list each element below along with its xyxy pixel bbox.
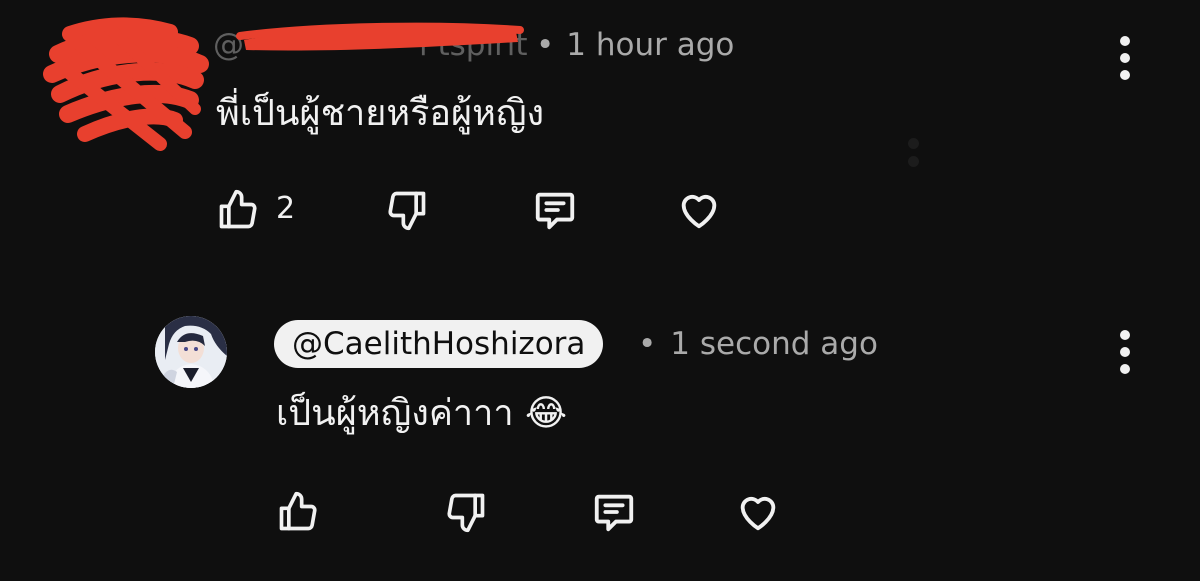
dislike-button[interactable] [383, 186, 431, 234]
thumbs-up-icon [279, 491, 317, 531]
comment-text: พี่เป็นผู้ชายหรือผู้หญิง [216, 93, 545, 134]
comment-timestamp[interactable]: 1 second ago [670, 326, 878, 362]
thumbs-down-icon [388, 191, 426, 231]
like-count: 2 [276, 191, 296, 226]
dislike-button[interactable] [442, 488, 490, 536]
faded-more-icon [905, 138, 921, 168]
reply-button[interactable] [590, 488, 638, 536]
heart-icon [681, 194, 717, 229]
avatar-illustration [155, 316, 227, 388]
meta-separator: • [536, 27, 555, 63]
comment-thread-item: @ l tspirit • 1 hour ago พี่เป็นผู้ชายหรือ… [0, 0, 1200, 260]
comment-author-handle[interactable]: @CaelithHoshizora [274, 320, 604, 368]
more-vert-icon[interactable] [1105, 33, 1145, 83]
comment-timestamp[interactable]: 1 hour ago [566, 27, 734, 63]
thumbs-down-icon [447, 493, 485, 533]
heart-icon [740, 496, 776, 531]
heart-button[interactable] [734, 488, 782, 536]
heart-button[interactable] [675, 186, 723, 234]
reply-icon [535, 192, 575, 230]
thumbs-up-icon [219, 189, 257, 229]
like-button[interactable] [214, 186, 262, 234]
reply-icon [594, 494, 634, 532]
redacted-avatar[interactable] [40, 14, 210, 154]
meta-separator: • [638, 326, 657, 362]
comment-meta: • 1 hour ago [524, 25, 734, 65]
comment-meta: • 1 second ago [624, 324, 878, 364]
avatar[interactable] [155, 316, 227, 388]
redaction-mark [236, 22, 524, 51]
reply-button[interactable] [531, 186, 579, 234]
comment-text: เป็นผู้หญิงค่าาา 😂 [276, 393, 568, 434]
more-vert-icon[interactable] [1105, 327, 1145, 377]
like-button[interactable] [274, 488, 322, 536]
